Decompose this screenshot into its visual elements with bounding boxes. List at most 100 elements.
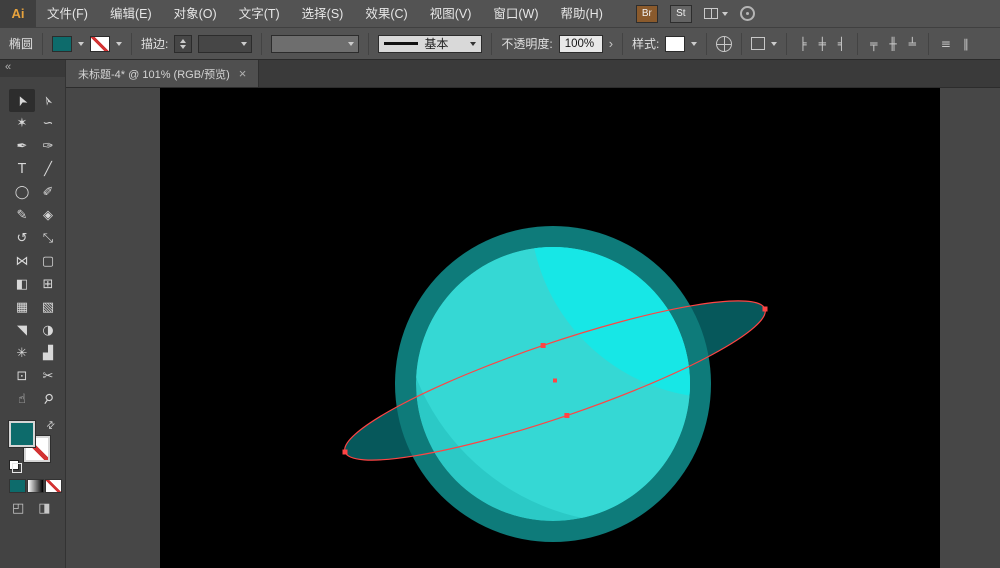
eraser-tool[interactable]: ◈	[35, 204, 61, 227]
free-transform-icon: ▢	[41, 254, 55, 269]
magic-wand-icon: ✶	[16, 116, 28, 131]
stroke-dropdown-icon[interactable]	[116, 41, 123, 46]
menu-effect[interactable]: 效果(C)	[354, 0, 418, 28]
anchor-bottom[interactable]	[564, 413, 570, 418]
paintbrush-tool[interactable]: ✐	[35, 181, 61, 204]
recolor-artwork-icon[interactable]	[716, 35, 733, 52]
arrange-documents-icon	[703, 8, 718, 19]
arrange-documents-button[interactable]	[703, 8, 728, 19]
slice-tool[interactable]: ✂	[35, 365, 61, 388]
scale-icon: ⤡	[42, 231, 54, 246]
style-swatch[interactable]	[665, 35, 686, 52]
direct-selection-tool[interactable]: ➢	[35, 89, 61, 112]
pen-icon: ✒	[16, 139, 28, 154]
type-tool[interactable]: T	[9, 158, 35, 181]
anchor-left[interactable]	[342, 449, 348, 455]
document-tab[interactable]: 未标题-4* @ 101% (RGB/预览) ×	[66, 60, 260, 87]
tool-grid: ➤ ➢ ✶ ∽ ✒ ✑ T ╱ ◯ ✐ ✎ ◈ ↺ ⤡ ⋈ ▢ ◧ ⊞ ▦ ▧ …	[9, 89, 65, 411]
curvature-tool[interactable]: ✑	[35, 135, 61, 158]
default-fill-stroke-icon[interactable]	[9, 460, 22, 473]
rotate-icon: ↺	[16, 231, 28, 246]
pen-tool[interactable]: ✒	[9, 135, 35, 158]
fill-color-swatch[interactable]	[9, 421, 35, 447]
menu-type[interactable]: 文字(T)	[228, 0, 291, 28]
shape-builder-tool[interactable]: ◧	[9, 273, 35, 296]
align-left-button[interactable]: ╞	[796, 37, 809, 51]
align-bottom-button[interactable]: ╧	[906, 37, 919, 51]
fill-dropdown-icon[interactable]	[78, 41, 85, 46]
column-graph-tool[interactable]: ▟	[35, 342, 61, 365]
transform-panel-icon[interactable]	[751, 37, 766, 50]
menu-object[interactable]: 对象(O)	[163, 0, 228, 28]
align-middle-button[interactable]: ╫	[886, 37, 899, 51]
stroke-color-control[interactable]	[90, 35, 111, 52]
hand-tool[interactable]: ☝	[9, 388, 35, 411]
menu-window[interactable]: 窗口(W)	[482, 0, 549, 28]
free-transform-tool[interactable]: ▢	[35, 250, 61, 273]
align-center-button[interactable]: ╪	[816, 37, 829, 51]
anchor-center[interactable]	[553, 378, 557, 383]
artboard[interactable]	[160, 88, 940, 568]
stepper-down-icon[interactable]	[180, 44, 187, 49]
menu-file[interactable]: 文件(F)	[36, 0, 99, 28]
menu-view[interactable]: 视图(V)	[419, 0, 483, 28]
chevron-down-icon	[348, 41, 355, 46]
opacity-input[interactable]: 100%	[558, 34, 603, 53]
eyedropper-tool[interactable]: ◥	[9, 319, 35, 342]
screen-mode-button[interactable]: ◨	[38, 501, 50, 516]
width-tool[interactable]: ⋈	[9, 250, 35, 273]
blend-tool[interactable]: ◑	[35, 319, 61, 342]
width-icon: ⋈	[15, 254, 29, 269]
menu-select[interactable]: 选择(S)	[291, 0, 355, 28]
divider	[741, 32, 743, 55]
zoom-tool[interactable]: ⚲	[35, 388, 61, 411]
scale-tool[interactable]: ⤡	[35, 227, 61, 250]
selection-tool[interactable]: ➤	[9, 89, 35, 112]
color-button[interactable]	[9, 479, 26, 493]
ellipse-tool[interactable]: ◯	[9, 181, 35, 204]
artboard-tool[interactable]: ⊡	[9, 365, 35, 388]
perspective-grid-tool[interactable]: ⊞	[35, 273, 61, 296]
gradient-button[interactable]	[27, 479, 44, 493]
dial-icon[interactable]	[739, 6, 755, 21]
anchor-top[interactable]	[540, 343, 546, 348]
lasso-tool[interactable]: ∽	[35, 112, 61, 135]
draw-mode-button[interactable]: ◰	[12, 501, 24, 516]
mesh-tool[interactable]: ▦	[9, 296, 35, 319]
control-bar: 椭圆 描边: 基本 不透明度: 100% › 样式: ╞ ╪ ╡ ╤ ╫ ╧ ≡…	[0, 28, 1000, 60]
symbol-sprayer-tool[interactable]: ✳	[9, 342, 35, 365]
pencil-tool[interactable]: ✎	[9, 204, 35, 227]
gradient-tool[interactable]: ▧	[35, 296, 61, 319]
rotate-tool[interactable]: ↺	[9, 227, 35, 250]
opacity-panel-arrow[interactable]: ›	[609, 36, 613, 51]
close-icon[interactable]: ×	[239, 66, 247, 81]
brush-definition-dropdown[interactable]	[271, 34, 360, 53]
mode-buttons: ◰ ◨	[12, 501, 65, 516]
divider	[927, 32, 929, 55]
none-button[interactable]	[45, 479, 62, 493]
collapse-panel-button[interactable]: «	[0, 60, 65, 77]
stock-button[interactable]: St	[669, 4, 692, 23]
fill-color-control[interactable]	[52, 35, 73, 52]
magic-wand-tool[interactable]: ✶	[9, 112, 35, 135]
menu-bar: Ai 文件(F) 编辑(E) 对象(O) 文字(T) 选择(S) 效果(C) 视…	[0, 0, 1000, 28]
menu-edit[interactable]: 编辑(E)	[99, 0, 163, 28]
anchor-right[interactable]	[762, 306, 768, 312]
line-segment-tool[interactable]: ╱	[35, 158, 61, 181]
align-top-button[interactable]: ╤	[867, 37, 880, 51]
perspective-grid-icon: ⊞	[42, 277, 54, 292]
stroke-weight-dropdown[interactable]	[198, 34, 253, 53]
stepper-up-icon[interactable]	[180, 38, 187, 43]
menu-help[interactable]: 帮助(H)	[550, 0, 614, 28]
style-dropdown-icon[interactable]	[691, 41, 698, 46]
variable-width-profile-dropdown[interactable]: 基本	[378, 34, 483, 53]
canvas-pasteboard[interactable]	[66, 88, 1000, 568]
distribute-horizontal-button[interactable]: ≡	[938, 37, 954, 51]
context-label: 椭圆	[9, 37, 34, 51]
swap-fill-stroke-icon[interactable]: ⇄	[44, 419, 58, 433]
paintbrush-icon: ✐	[42, 185, 54, 200]
stroke-weight-stepper[interactable]	[174, 34, 193, 53]
distribute-vertical-button[interactable]: ∥	[960, 37, 972, 51]
bridge-button[interactable]: Br	[635, 4, 658, 23]
align-right-button[interactable]: ╡	[835, 37, 848, 51]
